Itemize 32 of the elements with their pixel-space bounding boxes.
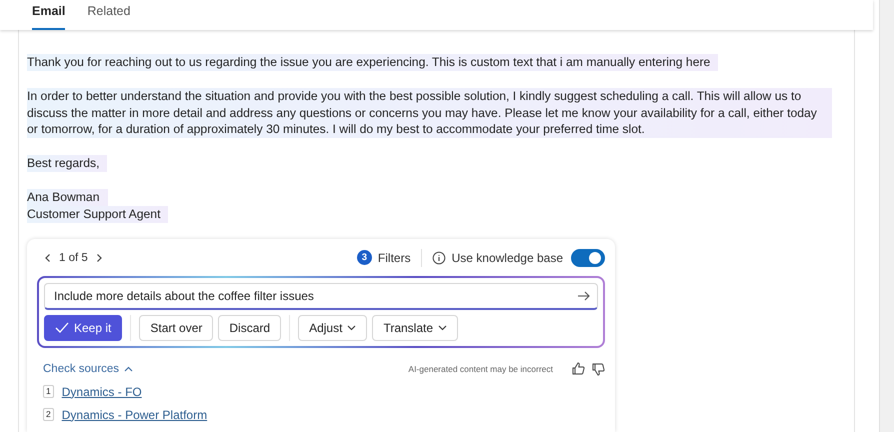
email-paragraph: Best regards, [27, 155, 108, 172]
tab[interactable]: Email [32, 4, 66, 30]
knowledge-base-toggle[interactable] [571, 248, 605, 267]
pager-text: 1 of 5 [59, 252, 88, 264]
checkmark-icon [55, 322, 69, 334]
chevron-down-icon [438, 324, 448, 331]
chevron-up-icon [124, 366, 134, 372]
knowledge-base-label: Use knowledge base [452, 250, 563, 265]
info-icon [432, 250, 446, 265]
filters-label[interactable]: Filters [378, 250, 411, 265]
thumbs-down-icon[interactable] [591, 362, 605, 376]
action-button[interactable]: Start over [139, 314, 214, 341]
tab[interactable]: Related [87, 4, 130, 30]
source-link[interactable]: Dynamics - FO [62, 384, 142, 399]
action-button[interactable]: Discard [218, 314, 282, 341]
keep-button[interactable]: Keep it [44, 314, 122, 341]
email-paragraph: In order to better understand the situation and provide you with the best possible solution, I kindly suggest scheduling a call. This will allow us to discuss the matter in more detail and address any questions or concerns you may have. Please let me know your availability for a call, either today or tomorrow, for a duration of approximately 30 minutes. I will do my best to accommodate your preferred time slot. [27, 88, 832, 138]
source-link[interactable]: Dynamics - Power Platform [62, 408, 208, 422]
send-arrow-icon[interactable] [577, 288, 591, 303]
disclaimer-text: AI-generated content may be incorrect [408, 364, 553, 374]
chevron-down-icon [347, 324, 356, 331]
menu-button[interactable]: Translate [372, 314, 458, 341]
chevron-left-icon[interactable] [43, 252, 53, 263]
email-paragraph: Thank you for reaching out to us regarding the issue you are experiencing. This is custom text that i am manually entering here [27, 54, 718, 71]
check-sources-link[interactable]: Check sources [43, 362, 134, 375]
source-number: 2 [43, 408, 54, 422]
scrollbar[interactable] [879, 0, 894, 432]
thumbs-up-icon[interactable] [571, 362, 585, 376]
filter-count-badge[interactable]: 3 [356, 250, 372, 266]
menu-button[interactable]: Adjust [298, 314, 368, 341]
source-number: 1 [43, 385, 54, 398]
prompt-field[interactable]: Include more details about the coffee filter issues [44, 282, 598, 310]
